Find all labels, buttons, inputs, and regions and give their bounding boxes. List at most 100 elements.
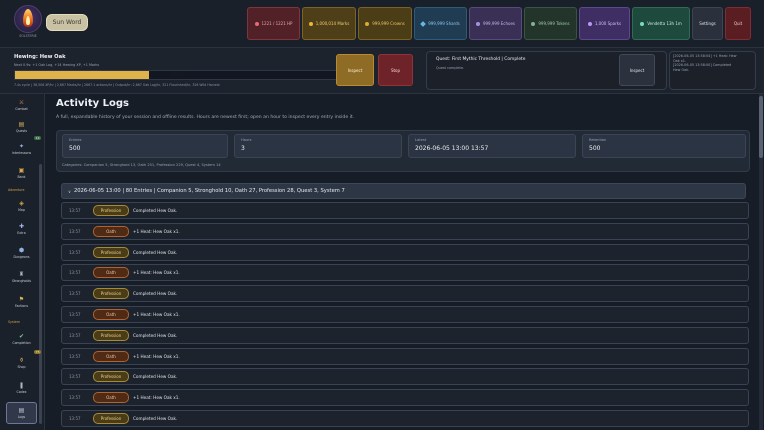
sidebar-item-dungeons[interactable]: ⬢ Dungeons xyxy=(6,242,37,264)
star-icon: ✦ xyxy=(18,142,25,150)
log-category-badge: Profession xyxy=(93,413,129,424)
sidebar-item-map[interactable]: ◈ Map xyxy=(6,195,37,217)
sparks-value: 1,000 Sparks xyxy=(594,21,622,26)
flag-icon: ⚑ xyxy=(18,295,25,303)
sidebar-item-strongholds[interactable]: ♜ Strongholds xyxy=(6,266,37,288)
scroll-icon: ▤ xyxy=(18,120,25,128)
book-icon: ❚ xyxy=(18,381,25,389)
marks-stat[interactable]: 1,000,014 Marks xyxy=(302,7,356,40)
log-message: +1 Heat: Hew Oak x1. xyxy=(133,228,180,234)
log-time: 13:57 xyxy=(69,353,81,359)
map-icon: ◈ xyxy=(19,199,24,207)
log-row[interactable]: 13:57 Oath +1 Heat: Hew Oak x1. xyxy=(61,264,749,282)
echoes-value: 999,999 Echoes xyxy=(482,21,516,26)
sidebar-item-interlessons[interactable]: ✦ Interlessons 14 xyxy=(6,136,41,160)
main-scrollbar[interactable] xyxy=(759,94,763,430)
quit-button[interactable]: Quit xyxy=(725,7,751,40)
echoes-stat[interactable]: 999,999 Echoes xyxy=(469,7,522,40)
flame-core xyxy=(26,16,30,25)
sidebar-item-shop[interactable]: ⚱ Shop 75 xyxy=(6,350,41,374)
log-row[interactable]: 13:57 Profession Completed Hew Oak. xyxy=(61,202,749,219)
top-bar: SOLSTERIE Sun Word 1221 / 1221 HP 1,000,… xyxy=(0,0,764,48)
log-row[interactable]: 13:57 Oath +1 Heat: Hew Oak x1. xyxy=(61,222,749,240)
sidebar-item-logs[interactable]: ▤ Logs xyxy=(6,402,37,424)
recent-feed[interactable]: [2026-06-05 13:58:04] +1 Heat: Hew Oak x… xyxy=(669,51,756,90)
log-message: Completed Hew Oak. xyxy=(133,374,178,380)
sidebar-item-quests[interactable]: ▤ Quests xyxy=(6,116,37,138)
log-time: 13:57 xyxy=(69,249,81,255)
log-message: Completed Hew Oak. xyxy=(133,291,178,297)
summary-retention: Retention 500 xyxy=(582,134,746,158)
sidebar-section-adventure: Adventure xyxy=(8,188,25,192)
log-category-badge: Profession xyxy=(93,246,129,258)
dungeon-icon: ⬢ xyxy=(18,246,25,254)
log-time: 13:57 xyxy=(69,395,81,401)
log-category-badge: Oath xyxy=(93,350,129,362)
log-row[interactable]: 13:57 Profession Completed Hew Oak. xyxy=(61,243,749,261)
sparks-stat[interactable]: 1,000 Sparks xyxy=(579,7,630,40)
app-logo: SOLSTERIE xyxy=(14,5,42,39)
log-time: 13:57 xyxy=(69,291,81,297)
swords-icon: ⚔ xyxy=(18,98,25,106)
plus-icon: ✚ xyxy=(18,222,25,230)
log-time: 13:57 xyxy=(69,416,81,421)
sidebar-item-bank[interactable]: ▣ Bank xyxy=(6,162,37,184)
log-icon: ▤ xyxy=(18,406,25,414)
activity-stop-button[interactable]: Stop xyxy=(378,54,413,86)
log-message: Completed Hew Oak. xyxy=(133,249,178,255)
hp-stat[interactable]: 1221 / 1221 HP xyxy=(247,7,300,40)
interlessons-badge: 14 xyxy=(34,136,41,140)
log-category-badge: Oath xyxy=(93,267,129,279)
token-icon xyxy=(531,21,536,26)
sidebar-item-factions[interactable]: ⚑ Factions xyxy=(6,291,37,313)
tokens-value: 999,999 Tokens xyxy=(538,21,570,26)
activity-rates: 7.4s cycle | 38,506 XP/hr | 2,667 Marks/… xyxy=(14,83,220,87)
hp-value: 1221 / 1221 HP xyxy=(261,21,293,26)
log-row[interactable]: 13:57 Profession Completed Hew Oak. xyxy=(61,285,749,303)
sidebar-item-combat[interactable]: ⚔ Combat xyxy=(6,94,37,116)
shop-icon: ⚱ xyxy=(18,356,25,364)
main-content: Activity Logs A full, expandable history… xyxy=(47,94,756,430)
crowns-stat[interactable]: 999,999 Crowns xyxy=(358,7,412,40)
tower-icon: ♜ xyxy=(18,270,25,278)
quest-inspect-button[interactable]: Inspect xyxy=(619,54,655,86)
log-row[interactable]: 13:57 Profession Completed Hew Oak. xyxy=(61,326,749,344)
log-hour-header[interactable]: ∨ 2026-06-05 13:00 | 80 Entries | Compan… xyxy=(61,183,746,199)
sidebar-item-completion[interactable]: ✔ Completion xyxy=(6,328,37,350)
settings-button[interactable]: Settings xyxy=(692,7,723,40)
shards-stat[interactable]: 999,999 Shards xyxy=(414,7,467,40)
hourglass-icon xyxy=(640,21,645,26)
log-message: +1 Heat: Hew Oak x1. xyxy=(133,353,180,359)
log-row[interactable]: 13:57 Oath +1 Heat: Hew Oak x1. xyxy=(61,306,749,323)
summary-entries: Entries 500 xyxy=(62,134,228,158)
log-time: 13:57 xyxy=(69,270,81,276)
log-message: +1 Heat: Hew Oak x1. xyxy=(133,270,180,276)
tokens-stat[interactable]: 999,999 Tokens xyxy=(524,7,577,40)
log-row[interactable]: 13:57 Oath +1 Heat: Hew Oak x1. xyxy=(61,389,749,407)
sidebar-scrollbar[interactable] xyxy=(39,164,42,424)
log-time: 13:57 xyxy=(69,228,81,234)
crowns-value: 999,999 Crowns xyxy=(372,21,405,26)
quest-title: Quest: First Mythic Threshold | Complete xyxy=(436,57,526,62)
summary-categories: Categories: Companion 5, Stronghold 13, … xyxy=(62,163,221,167)
log-message: Completed Hew Oak. xyxy=(133,208,178,213)
log-row[interactable]: 13:57 Profession Completed Hew Oak. xyxy=(61,410,749,427)
log-category-badge: Oath xyxy=(93,392,129,404)
log-message: +1 Heat: Hew Oak x1. xyxy=(133,395,180,401)
coin-icon xyxy=(308,21,313,26)
log-row[interactable]: 13:57 Oath +1 Heat: Hew Oak x1. xyxy=(61,347,749,365)
log-category-badge: Oath xyxy=(93,225,129,237)
summary-hours: Hours 3 xyxy=(234,134,402,158)
activity-title: Hewing: Hew Oak xyxy=(14,54,66,60)
log-time: 13:57 xyxy=(69,312,81,317)
vendetta-timer[interactable]: Vendetta 13h 1m xyxy=(632,7,690,40)
sidebar-item-codex[interactable]: ❚ Codex xyxy=(6,377,37,399)
feed-line: Hew Oak. xyxy=(673,67,690,72)
log-row[interactable]: 13:57 Profession Completed Hew Oak. xyxy=(61,368,749,386)
log-message: +1 Heat: Hew Oak x1. xyxy=(133,312,180,317)
sidebar-item-extra[interactable]: ✚ Extra xyxy=(6,218,37,240)
activity-inspect-button[interactable]: Inspect xyxy=(336,54,374,86)
main-scrollbar-thumb[interactable] xyxy=(759,96,763,158)
log-category-badge: Profession xyxy=(93,329,129,341)
sun-word-button[interactable]: Sun Word xyxy=(46,14,88,31)
